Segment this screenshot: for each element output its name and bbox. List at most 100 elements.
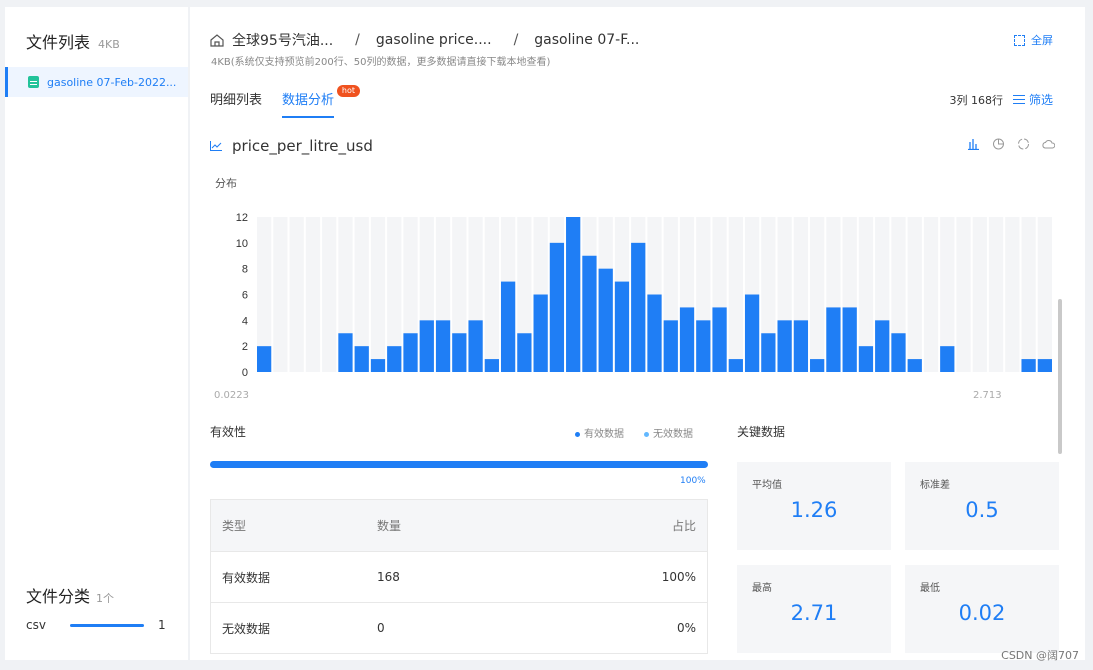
histogram-bar[interactable] [387,346,402,372]
y-tick-label: 10 [236,238,248,250]
histogram-bar[interactable] [500,281,516,372]
row-type: 无效数据 [222,621,271,636]
fullscreen-label: 全屏 [1031,34,1053,47]
word-cloud-icon[interactable] [1042,138,1055,150]
bin-background [1037,217,1052,372]
main-panel: 全球95号汽油... / gasoline price.... / gasoli… [190,7,1085,660]
histogram-bar[interactable] [777,320,792,372]
file-item[interactable]: gasoline 07-Feb-2022... [5,67,188,97]
validity-progress-bar [210,461,708,468]
row-count: 0 [377,621,385,635]
file-list-size: 4KB [98,38,120,51]
histogram-bar[interactable] [744,294,760,373]
breadcrumb-item-1[interactable]: 全球95号汽油... [232,30,333,50]
breadcrumb: 全球95号汽油... / gasoline price.... / gasoli… [210,30,639,50]
breadcrumb-separator: / [355,32,360,48]
histogram-bar[interactable] [728,359,743,372]
histogram-bar[interactable] [452,333,467,372]
histogram-bar[interactable] [338,333,353,372]
histogram-bar[interactable] [712,307,727,372]
vertical-scrollbar[interactable] [1058,299,1062,454]
table-row: 无效数据 0 0% [211,602,707,653]
watermark: CSDN @阔707 [1001,649,1079,662]
histogram-bar[interactable] [370,359,386,372]
histogram-bar[interactable] [582,255,597,372]
histogram-bar[interactable] [663,320,678,372]
bin-background [1021,217,1036,372]
bin-background [273,217,288,372]
histogram-bar[interactable] [484,359,499,372]
histogram-bar[interactable] [647,294,662,373]
category-name: csv [26,618,46,632]
histogram-chart: 0 2 4 6 8 10 12 [236,212,1052,379]
distribution-label: 分布 [215,177,237,190]
histogram-bar[interactable] [940,346,955,372]
stat-card-max: 最高 2.71 [737,565,891,653]
x-axis-max-label: 2.713 [973,390,1002,401]
fullscreen-button[interactable]: 全屏 [1014,32,1053,48]
file-sidebar: 文件列表 4KB gasoline 07-Feb-2022... 文件分类 1个… [5,7,188,660]
header-ratio: 占比 [671,519,696,533]
y-tick-label: 12 [236,212,248,224]
category-row-csv[interactable]: csv 1 [26,618,166,632]
file-item-name: gasoline 07-Feb-2022... [47,75,177,89]
preview-notice: 4KB(系统仅支持预览前200行、50列的数据，更多数据请直接下载本地查看) [211,57,551,68]
histogram-bar[interactable] [598,268,613,372]
histogram-bar[interactable] [517,333,532,372]
histogram-bar[interactable] [566,217,581,372]
histogram-bar[interactable] [403,333,418,372]
tab-data-analysis[interactable]: 数据分析 hot [282,85,361,118]
y-tick-label: 2 [242,341,248,353]
stat-value: 1.26 [790,498,838,522]
histogram-bar[interactable] [549,242,565,372]
header-type: 类型 [222,519,247,533]
ring-chart-icon[interactable] [1017,138,1030,150]
histogram-bar[interactable] [679,307,695,372]
stat-label: 最低 [920,583,940,594]
breadcrumb-item-2[interactable]: gasoline price.... [376,32,492,48]
bin-background [370,217,386,372]
bin-background [988,217,1004,372]
legend-invalid: 无效数据 [644,425,693,440]
histogram-bar[interactable] [533,294,548,373]
histogram-bar[interactable] [696,320,711,372]
bar-chart-icon[interactable] [967,138,980,150]
bin-background [923,217,939,372]
hot-badge: hot [336,85,361,97]
histogram-bar[interactable] [257,346,272,372]
histogram-bar[interactable] [468,320,483,372]
histogram-bar[interactable] [1037,359,1052,372]
file-list-title: 文件列表 [26,33,91,52]
histogram-bar[interactable] [435,320,451,372]
category-count: 1 [158,618,166,632]
csv-file-icon [28,76,39,88]
histogram-bar[interactable] [875,320,890,372]
stat-card-min: 最低 0.02 [905,565,1059,653]
histogram-bar[interactable] [907,359,922,372]
histogram-bar[interactable] [793,320,809,372]
bin-background [1005,217,1020,372]
histogram-bar[interactable] [614,281,630,372]
histogram-bar[interactable] [761,333,776,372]
histogram-bar[interactable] [419,320,434,372]
histogram-bar[interactable] [826,307,841,372]
home-icon[interactable] [210,33,224,47]
histogram-bar[interactable] [891,333,906,372]
y-tick-label: 8 [242,264,248,276]
file-category-header: 文件分类 1个 [26,583,114,607]
filter-button[interactable]: 筛选 [1012,91,1053,108]
table-dimensions: 3列 168行 筛选 [949,91,1053,108]
stat-value: 2.71 [790,601,838,625]
pie-chart-icon[interactable] [992,138,1005,150]
histogram-bar[interactable] [842,307,857,372]
bin-background [305,217,321,372]
histogram-bar[interactable] [1021,359,1036,372]
histogram-bar[interactable] [354,346,369,372]
tab-detail-list[interactable]: 明细列表 [210,89,262,118]
histogram-bar[interactable] [858,346,874,372]
key-stats-title: 关键数据 [737,425,786,439]
file-category-title: 文件分类 [26,587,91,606]
stat-label: 最高 [752,583,772,594]
histogram-bar[interactable] [810,359,825,372]
histogram-bar[interactable] [631,242,646,372]
